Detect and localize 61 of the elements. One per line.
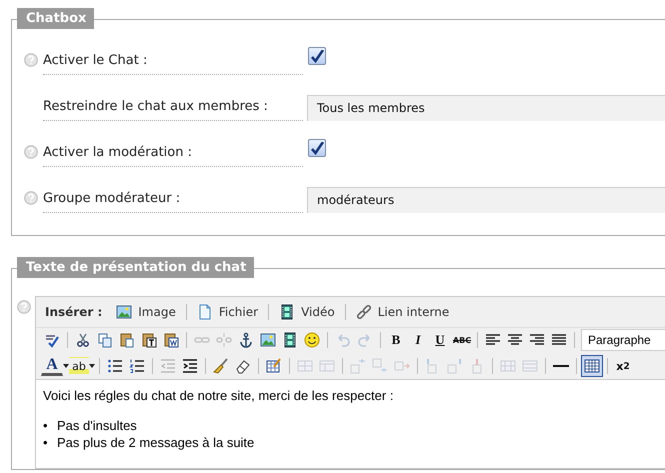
picture-icon: [116, 304, 132, 320]
highlight-button[interactable]: ab: [69, 357, 89, 375]
fieldset-legend: Texte de présentation du chat: [17, 257, 254, 278]
checkbox[interactable]: [308, 47, 326, 65]
scissors-icon: [75, 332, 91, 348]
clipboard-icon: [141, 332, 157, 348]
caret-icon: [63, 364, 69, 368]
field-label: Groupe modérateur :: [43, 188, 303, 212]
outdent-icon: [160, 358, 176, 374]
numbered-list-icon: [129, 358, 145, 374]
text-color-button[interactable]: A: [41, 356, 63, 376]
select-field[interactable]: modérateurs: [307, 187, 665, 213]
table-pencil-icon: [266, 358, 282, 374]
caret-icon: [89, 364, 95, 368]
insert-row-icon: [350, 358, 366, 374]
insert-file-button[interactable]: Fichier: [190, 304, 264, 320]
copy-icon: [97, 332, 113, 348]
indent-icon: [182, 358, 198, 374]
picture-icon: [260, 332, 276, 348]
insert-video-button[interactable]: Vidéo: [273, 304, 341, 320]
table-button[interactable]: [581, 355, 603, 377]
film-strip-icon: [282, 332, 298, 348]
field-label: Activer le Chat :: [43, 50, 303, 74]
insert-column-icon: [447, 358, 463, 374]
table-grid-icon: [522, 358, 538, 374]
horizontal-line-icon: [553, 365, 569, 367]
insert-link-button[interactable]: Lien interne: [350, 304, 456, 320]
brush-icon: [213, 358, 229, 374]
clipboard-icon: [119, 332, 135, 348]
italic-button[interactable]: I: [407, 329, 429, 351]
table-grid-icon: [500, 358, 516, 374]
fieldset-legend: Chatbox: [17, 8, 94, 29]
select-field[interactable]: Tous les membres: [307, 95, 665, 121]
bullet-list-icon: [107, 358, 123, 374]
bullet-item: Pas d'insultes: [57, 417, 137, 434]
broken-link-icon: [216, 332, 232, 348]
table-icon: [584, 358, 600, 374]
field-label: Activer la modération :: [43, 142, 303, 166]
table-row-icon: [319, 358, 335, 374]
strike-button[interactable]: ABC: [451, 329, 473, 351]
field-label: Restreindre le chat aux membres :: [43, 96, 303, 120]
chain-link-icon: [356, 304, 372, 320]
format-select[interactable]: Paragraphe: [581, 329, 665, 351]
bold-button[interactable]: B: [385, 329, 407, 351]
editor-content-area[interactable]: Voici les régles du chat de notre site, merci de les respecter : • Pas d'insultes • Pas plus de 2 messages à la suite: [36, 379, 665, 468]
bullet-marker: •: [43, 434, 49, 451]
insert-label: Insérer :: [45, 305, 102, 319]
bullet-marker: •: [43, 417, 49, 434]
paragraph: Voici les régles du chat de notre site, merci de les respecter :: [43, 388, 394, 403]
underline-button[interactable]: U: [429, 329, 451, 351]
document-icon: [196, 304, 213, 320]
smiley-icon: [304, 332, 320, 348]
film-strip-icon: [279, 304, 296, 320]
checkbox[interactable]: [308, 139, 326, 157]
insert-image-button[interactable]: Image: [110, 304, 182, 320]
clipboard-icon: [163, 332, 179, 348]
eraser-icon: [235, 358, 251, 374]
table-cell-icon: [297, 358, 313, 374]
anchor-icon: [238, 332, 254, 348]
bullet-item: Pas plus de 2 messages à la suite: [57, 434, 254, 451]
insert-row-icon: [372, 358, 388, 374]
